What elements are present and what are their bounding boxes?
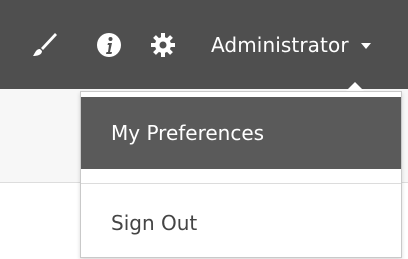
menu-item-sign-out[interactable]: Sign Out [81, 197, 401, 249]
user-dropdown-menu: My Preferences Sign Out [80, 91, 402, 258]
user-name-label: Administrator [211, 33, 349, 57]
menu-item-label: Sign Out [111, 211, 198, 235]
info-icon[interactable] [94, 30, 124, 60]
paintbrush-icon[interactable] [30, 30, 60, 60]
user-menu-toggle[interactable]: Administrator [211, 29, 371, 61]
menu-item-my-preferences[interactable]: My Preferences [81, 97, 401, 169]
gear-icon[interactable] [148, 30, 178, 60]
menu-divider [81, 183, 401, 184]
menu-item-label: My Preferences [111, 121, 265, 145]
chevron-down-icon [360, 43, 371, 49]
